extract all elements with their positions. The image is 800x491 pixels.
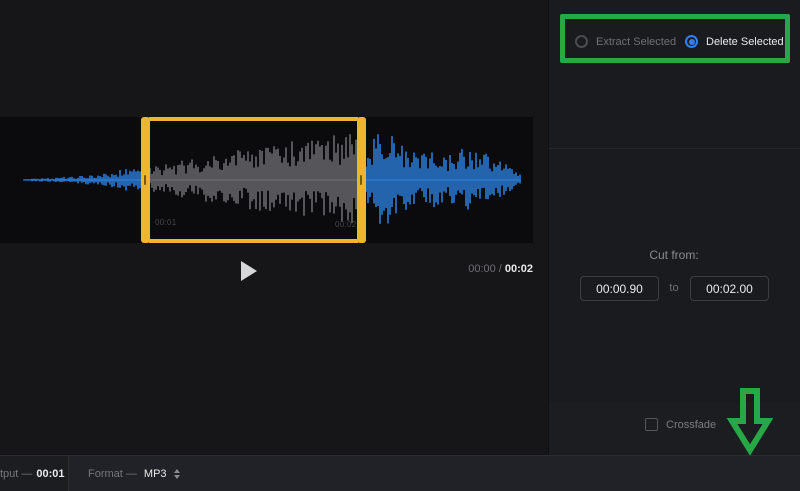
selection-bottom-edge	[149, 239, 358, 243]
time-display: 00:00/00:02	[433, 263, 533, 275]
time-separator: /	[498, 263, 502, 275]
radio-icon	[685, 35, 698, 48]
crossfade-toggle[interactable]: Crossfade	[645, 418, 716, 431]
selection-start-time: 00:01	[155, 218, 177, 227]
format-stepper[interactable]	[173, 469, 180, 479]
selection-region[interactable]: 00:01 00:02	[141, 117, 366, 243]
cut-to-label: to	[669, 282, 679, 294]
stepper-down-icon	[173, 475, 180, 479]
crossfade-label: Crossfade	[666, 418, 717, 431]
audio-cutter-app: 00:01 00:02 00:00/00:02 Extract Selected…	[0, 0, 800, 491]
selection-top-edge	[149, 117, 358, 121]
cut-from-title: Cut from:	[649, 248, 699, 262]
selection-end-time: 00:02	[335, 220, 357, 229]
checkbox-icon	[645, 418, 658, 431]
waveform-track[interactable]: 00:01 00:02	[0, 117, 533, 243]
radio-delete-label: Delete Selected	[706, 35, 784, 48]
radio-icon	[575, 35, 588, 48]
total-time: 00:02	[504, 263, 533, 275]
output-label: tput —	[0, 468, 33, 480]
settings-panel	[548, 0, 800, 455]
play-button[interactable]	[241, 261, 257, 281]
radio-delete-selected[interactable]: Delete Selected	[685, 35, 784, 48]
output-duration: tput — 00:01	[0, 456, 69, 491]
format-label: Format —	[88, 468, 137, 480]
radio-extract-selected[interactable]: Extract Selected	[575, 35, 676, 48]
output-value: 00:01	[36, 468, 65, 480]
cut-end-input[interactable]	[690, 276, 769, 301]
format-selector: Format — MP3	[88, 456, 180, 491]
cut-start-input[interactable]	[580, 276, 659, 301]
editor-main-area: 00:01 00:02 00:00/00:02	[0, 0, 548, 455]
current-time: 00:00	[468, 263, 496, 275]
selection-left-handle[interactable]	[141, 117, 150, 243]
format-value: MP3	[143, 468, 167, 480]
stepper-up-icon	[173, 469, 180, 473]
footer-bar: tput — 00:01 Format — MP3 Export	[0, 455, 800, 491]
selection-right-handle[interactable]	[357, 117, 366, 243]
radio-extract-label: Extract Selected	[596, 35, 677, 48]
panel-divider-1	[549, 148, 800, 149]
